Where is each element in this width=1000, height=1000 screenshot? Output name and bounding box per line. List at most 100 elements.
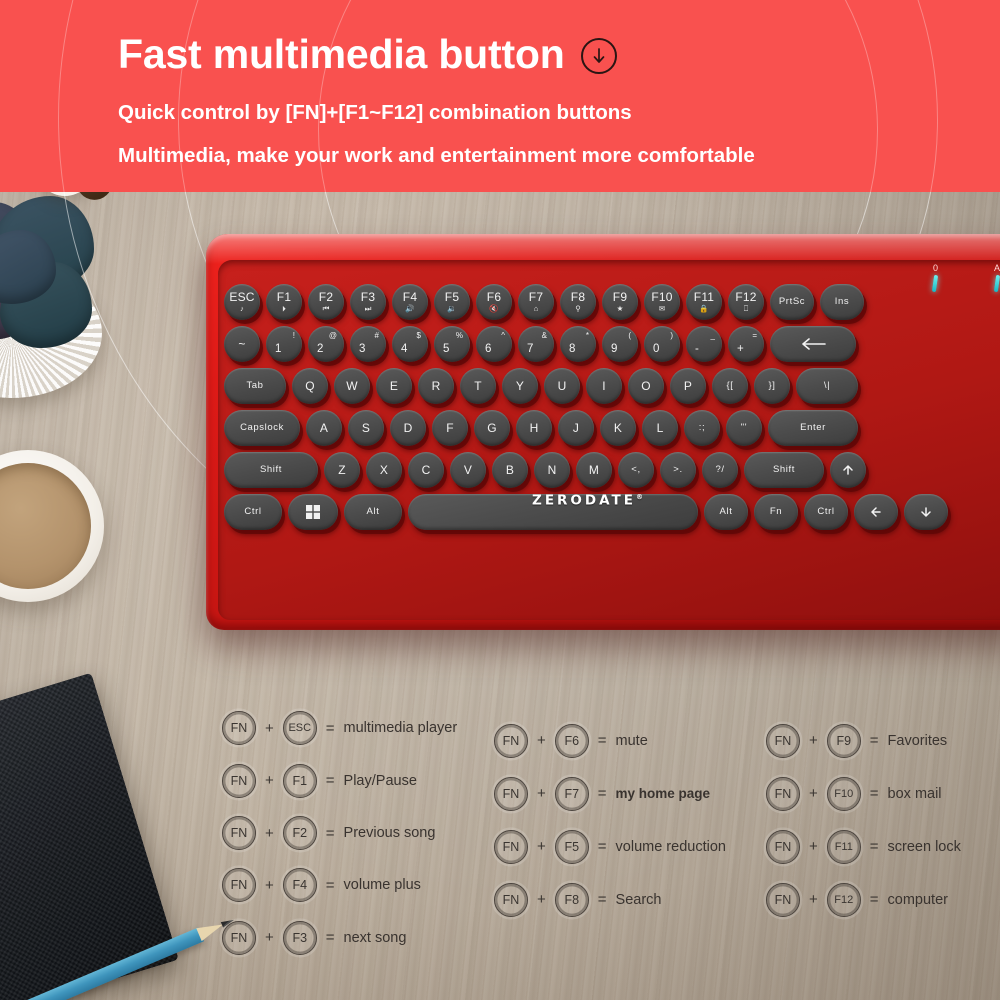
legend-equals: = [325,929,335,947]
key-semicolon[interactable]: :; [684,410,720,446]
key-f6[interactable]: F6 🔇 [476,284,512,320]
key-r[interactable]: R [418,368,454,404]
key-d[interactable]: D [390,410,426,446]
legend-description: box mail [887,785,942,802]
key-c[interactable]: C [408,452,444,488]
key-minus[interactable]: _ - [686,326,722,362]
key-f[interactable]: F [432,410,468,446]
key-f2[interactable]: F2 ⏮ [308,284,344,320]
key-x[interactable]: X [366,452,402,488]
key-period[interactable]: >. [660,452,696,488]
key-3[interactable]: # 3 [350,326,386,362]
key-enter[interactable]: Enter [768,410,858,446]
legend-row: FN + F10 = box mail [766,767,1000,820]
key-s[interactable]: S [348,410,384,446]
key-f8[interactable]: F8 ⚲ [560,284,596,320]
key-i[interactable]: I [586,368,622,404]
key-f4[interactable]: F4 🔊 [392,284,428,320]
key-f5[interactable]: F5 🔉 [434,284,470,320]
key-right-bracket[interactable]: }] [754,368,790,404]
key-8[interactable]: * 8 [560,326,596,362]
key-right-ctrl[interactable]: Ctrl [804,494,848,530]
mute-icon: 🔇 [489,304,499,314]
key-f11[interactable]: F11 🔒 [686,284,722,320]
key-equals[interactable]: = + [728,326,764,362]
numlock-indicator: 0 [932,264,939,293]
key-left-bracket[interactable]: {[ [712,368,748,404]
key-9[interactable]: ( 9 [602,326,638,362]
legend-row: FN + ESC = multimedia player [222,702,494,754]
legend-row: FN + F6 = mute [494,714,766,767]
key-prtsc[interactable]: PrtSc [770,284,814,320]
legend-plus: + [809,732,818,749]
key-arrow-up[interactable] [830,452,866,488]
key-esc[interactable]: ESC ♪ [224,284,260,320]
key-o[interactable]: O [628,368,664,404]
key-g[interactable]: G [474,410,510,446]
key-l[interactable]: L [642,410,678,446]
key-arrow-left[interactable] [854,494,898,530]
key-h[interactable]: H [516,410,552,446]
key-backspace[interactable] [770,326,856,362]
key-2[interactable]: @ 2 [308,326,344,362]
legend-column-2: FN + F6 = mute FN + F7 = my home page FN… [494,702,766,964]
key-e[interactable]: E [376,368,412,404]
search-icon: ⚲ [575,304,581,314]
key-left-shift[interactable]: Shift [224,452,318,488]
legend-equals: = [597,785,607,802]
key-slash[interactable]: ?/ [702,452,738,488]
key-z[interactable]: Z [324,452,360,488]
key-quote[interactable]: "' [726,410,762,446]
key-tab[interactable]: Tab [224,368,286,404]
key-f3[interactable]: F3 ⏭ [350,284,386,320]
key-comma[interactable]: <, [618,452,654,488]
key-arrow-down[interactable] [904,494,948,530]
key-fn[interactable]: Fn [754,494,798,530]
key-tilde[interactable]: ~ [224,326,260,362]
key-f10[interactable]: F10 ✉ [644,284,680,320]
key-5[interactable]: % 5 [434,326,470,362]
key-4[interactable]: $ 4 [392,326,428,362]
legend-equals: = [325,876,335,894]
key-capslock[interactable]: Capslock [224,410,300,446]
key-f12[interactable]: F12 ⎕ [728,284,764,320]
key-a[interactable]: A [306,410,342,446]
key-ins[interactable]: Ins [820,284,864,320]
key-6[interactable]: ^ 6 [476,326,512,362]
key-f1[interactable]: F1 ⏵ [266,284,302,320]
key-b[interactable]: B [492,452,528,488]
key-0[interactable]: ) 0 [644,326,680,362]
legend-row: FN + F2 = Previous song [222,807,494,859]
legend-plus: + [809,891,818,908]
key-v[interactable]: V [450,452,486,488]
legend-description: Previous song [343,825,436,842]
key-p[interactable]: P [670,368,706,404]
key-windows[interactable] [288,494,338,530]
key-backslash[interactable]: \| [796,368,858,404]
up-arrow-icon [841,463,855,477]
key-right-alt[interactable]: Alt [704,494,748,530]
key-n[interactable]: N [534,452,570,488]
key-y[interactable]: Y [502,368,538,404]
key-7[interactable]: & 7 [518,326,554,362]
key-1[interactable]: ! 1 [266,326,302,362]
key-k[interactable]: K [600,410,636,446]
key-f7[interactable]: F7 ⌂ [518,284,554,320]
key-f9[interactable]: F9 ★ [602,284,638,320]
key-spacebar[interactable]: ZERODATE® [408,494,698,530]
key-t[interactable]: T [460,368,496,404]
key-q[interactable]: Q [292,368,328,404]
key-w[interactable]: W [334,368,370,404]
legend-target-key: F11 [826,829,861,864]
key-left-ctrl[interactable]: Ctrl [224,494,282,530]
key-right-shift[interactable]: Shift [744,452,824,488]
keyboard: 0 A ESC ♪ F1 ⏵ F2 ⏮ F3 ⏭ F4 🔊 F5 🔉 F6 🔇 … [206,234,1000,630]
legend-equals: = [869,732,879,749]
legend-target-key: F4 [282,868,317,903]
key-u[interactable]: U [544,368,580,404]
key-j[interactable]: J [558,410,594,446]
key-left-alt[interactable]: Alt [344,494,402,530]
legend-target-key: F9 [826,723,861,758]
key-m[interactable]: M [576,452,612,488]
shortcut-legend: FN + ESC = multimedia player FN + F1 = P… [222,702,1000,964]
